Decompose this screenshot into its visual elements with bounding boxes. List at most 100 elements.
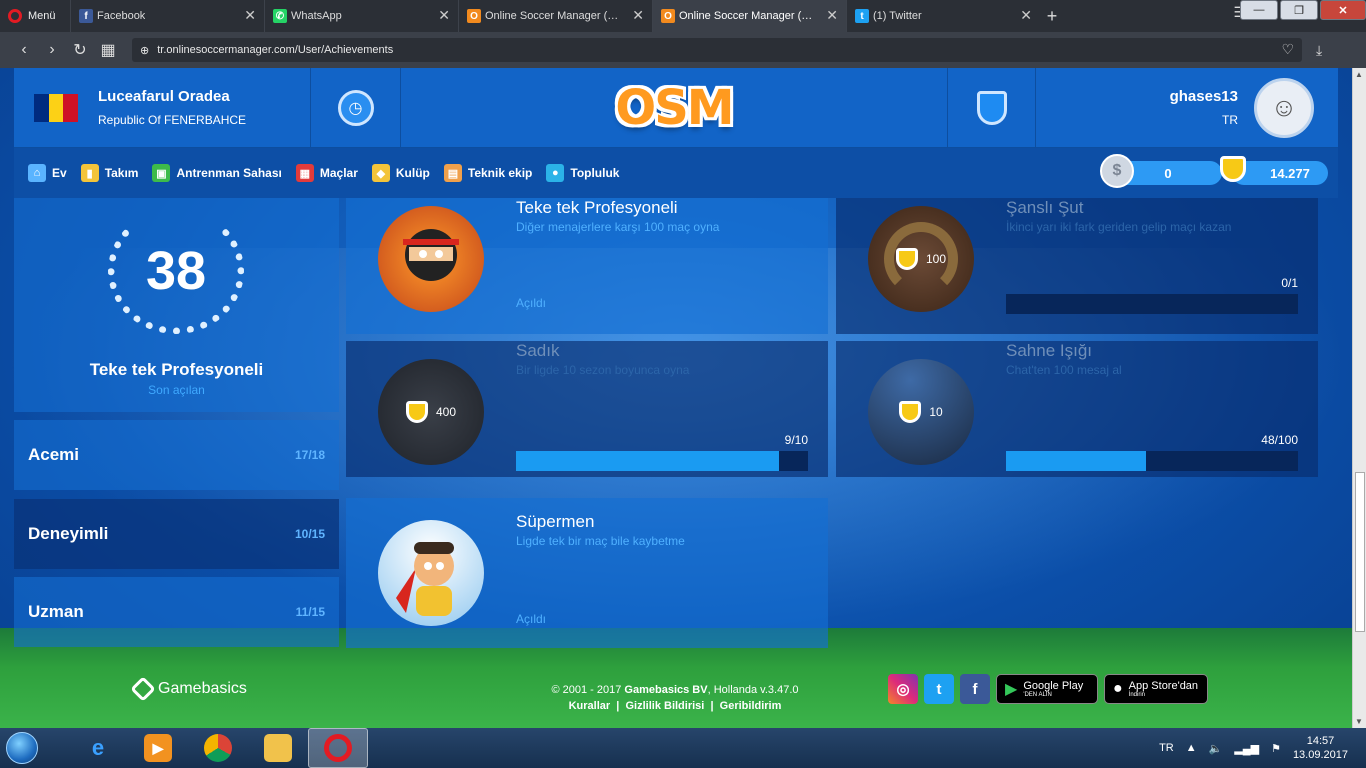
gamebasics-logo[interactable]: Gamebasics	[130, 676, 247, 702]
achievement-card[interactable]: Süpermen Ligde tek bir maç bile kaybetme…	[346, 498, 828, 648]
nav-item-label: Maçlar	[319, 166, 358, 180]
forward-icon[interactable]: ›	[38, 41, 66, 59]
browser-tab[interactable]: t (1) Twitter ✕	[846, 0, 1040, 32]
close-tab-icon[interactable]: ✕	[438, 8, 450, 22]
taskbar-chrome[interactable]	[188, 728, 248, 768]
instagram-icon[interactable]: ◎	[888, 674, 918, 704]
google-play-label: Google Play	[1023, 680, 1084, 692]
facebook-icon[interactable]: f	[960, 674, 990, 704]
scroll-down-icon[interactable]: ▼	[1355, 717, 1363, 726]
nav-items: ⌂ Ev ▮ Takım ▣ Antrenman Sahası ▦ Maçlar ◆ Kulüp ▤…	[28, 164, 633, 182]
nav-item[interactable]: ▤ Teknik ekip	[443, 164, 532, 182]
address-bar-row: ‹ › ↻ ▦ ⊕ tr.onlinesoccermanager.com/Use…	[0, 32, 1366, 68]
rules-link[interactable]: Kurallar	[569, 700, 611, 712]
spotlight-achievement-image: 10	[868, 359, 974, 465]
taskbar-explorer[interactable]	[248, 728, 308, 768]
achievement-title: Teke tek Profesyoneli	[516, 198, 678, 217]
clock-button[interactable]: ◷	[311, 68, 401, 147]
last-achievement-subtitle: Son açılan	[148, 383, 205, 397]
language-indicator[interactable]: TR	[1159, 742, 1174, 754]
google-play-button[interactable]: ▶ Google Play 'DEN ALIN	[996, 674, 1098, 704]
progress-label: 9/10	[784, 433, 808, 447]
level-count: 17/18	[294, 448, 325, 462]
volume-icon[interactable]: 🔈	[1209, 742, 1223, 755]
nav-item[interactable]: ◆ Kulüp	[371, 164, 430, 182]
minimize-button[interactable]: —	[1240, 0, 1278, 20]
privacy-link[interactable]: Gizlilik Bildirisi	[625, 700, 704, 712]
browser-tab[interactable]: O Online Soccer Manager (OSM) - ✕	[652, 0, 846, 32]
browser-tab[interactable]: O Online Soccer Manager (OSM) - ✕	[458, 0, 652, 32]
username: ghases13	[1169, 88, 1238, 105]
achievement-card[interactable]: 100 Şanslı Şut İkinci yarı iki fark geri…	[836, 198, 1318, 334]
osm-logo[interactable]: OSM	[401, 68, 948, 147]
url-field[interactable]: ⊕ tr.onlinesoccermanager.com/User/Achiev…	[132, 38, 1302, 62]
level-tab-uzman[interactable]: Uzman 11/15	[14, 577, 339, 647]
club-info[interactable]: Luceafarul Oradea Republic Of FENERBAHCE	[14, 68, 311, 147]
progress-label: 0/1	[1281, 276, 1298, 290]
close-tab-icon[interactable]: ✕	[632, 8, 644, 22]
nav-item[interactable]: ● Topluluk	[546, 164, 619, 182]
opera-menu-button[interactable]: Menü	[0, 0, 70, 32]
tab-title: (1) Twitter	[873, 10, 922, 22]
flag-stripe	[34, 93, 49, 122]
level-tab-acemi[interactable]: Acemi 17/18	[14, 420, 339, 490]
taskbar-ie[interactable]: e	[68, 728, 128, 768]
shield-button[interactable]	[948, 68, 1036, 147]
nav-item[interactable]: ▮ Takım	[80, 164, 138, 182]
shield-icon	[976, 90, 1007, 125]
club-shield-icon: ◆	[371, 164, 390, 182]
copyright: © 2001 - 2017 Gamebasics BV, Hollanda v.…	[460, 684, 890, 696]
bookmark-heart-icon[interactable]: ♡	[1281, 41, 1294, 58]
tab-list: f Facebook ✕ ✆ WhatsApp ✕ O Online Soccer Manag…	[70, 0, 1040, 32]
achievement-status: Açıldı	[516, 296, 547, 310]
taskbar-opera[interactable]	[308, 728, 368, 768]
nav-item[interactable]: ▣ Antrenman Sahası	[152, 164, 282, 182]
browser-tab[interactable]: f Facebook ✕	[70, 0, 264, 32]
user-profile[interactable]: ghases13 TR ☺	[1036, 68, 1338, 147]
piggy-bank-icon[interactable]: $	[1100, 154, 1134, 188]
scroll-up-icon[interactable]: ▲	[1355, 70, 1363, 79]
achievement-card[interactable]: 400 Sadık Bir ligde 10 sezon boyunca oyn…	[346, 341, 828, 477]
system-tray: TR ▲ 🔈 ▂▄▆ ⚑ 14:57 13.09.2017	[1159, 728, 1366, 768]
speed-dial-icon[interactable]: ▦	[94, 40, 122, 60]
page-scrollbar[interactable]: ▲ ▼	[1352, 68, 1366, 728]
signal-icon[interactable]: ▂▄▆	[1234, 742, 1259, 755]
windows-start-icon	[6, 732, 38, 764]
credits-balance[interactable]: 14.277	[1232, 161, 1328, 185]
twitter-icon[interactable]: t	[924, 674, 954, 704]
app-store-button[interactable]: ● App Store'dan İndirin	[1104, 674, 1208, 704]
feedback-link[interactable]: Geribildirim	[720, 700, 782, 712]
club-subtitle: Republic Of FENERBAHCE	[98, 113, 247, 127]
new-tab-button[interactable]: +	[1040, 0, 1064, 32]
close-tab-icon[interactable]: ✕	[1020, 8, 1032, 22]
download-icon[interactable]: ⤓	[1316, 42, 1322, 59]
screen: Menü f Facebook ✕ ✆ WhatsApp ✕ O Online Soccer …	[0, 0, 1366, 768]
level-tab-deneyimli[interactable]: Deneyimli 10/15	[14, 499, 339, 569]
achievement-desc: Bir ligde 10 sezon boyunca oyna	[516, 363, 690, 377]
achievement-desc: Ligde tek bir maç bile kaybetme	[516, 534, 685, 548]
footer-links: Kurallar | Gizlilik Bildirisi | Geribild…	[568, 700, 782, 712]
network-icon[interactable]: ⚑	[1271, 742, 1281, 755]
achievement-card[interactable]: Teke tek Profesyoneli Diğer menajerlere …	[346, 198, 828, 334]
progress-fill	[516, 451, 779, 471]
close-tab-icon[interactable]: ✕	[244, 8, 256, 22]
scroll-thumb[interactable]	[1355, 472, 1365, 632]
back-icon[interactable]: ‹	[10, 41, 38, 59]
app-store-label: App Store'dan	[1128, 680, 1199, 692]
achievement-card[interactable]: 10 Sahne Işığı Chat'ten 100 mesaj al 48/…	[836, 341, 1318, 477]
start-button[interactable]	[0, 728, 44, 768]
copyright-prefix: © 2001 - 2017	[551, 684, 625, 696]
nav-item[interactable]: ▦ Maçlar	[295, 164, 358, 182]
clock[interactable]: 14:57 13.09.2017	[1293, 734, 1348, 762]
ghost-achievement-image: 400	[378, 359, 484, 465]
taskbar-media-player[interactable]: ▶	[128, 728, 188, 768]
browser-tab[interactable]: ✆ WhatsApp ✕	[264, 0, 458, 32]
tray-expand-icon[interactable]: ▲	[1186, 742, 1197, 754]
laurel-wreath-icon: 38	[108, 208, 244, 334]
close-tab-icon[interactable]: ✕	[826, 8, 838, 22]
close-window-button[interactable]: ✕	[1320, 0, 1366, 20]
nav-item[interactable]: ⌂ Ev	[28, 164, 67, 182]
reward-amount: 10	[929, 405, 943, 419]
restore-button[interactable]: ❐	[1280, 0, 1318, 20]
reload-icon[interactable]: ↻	[66, 40, 94, 60]
